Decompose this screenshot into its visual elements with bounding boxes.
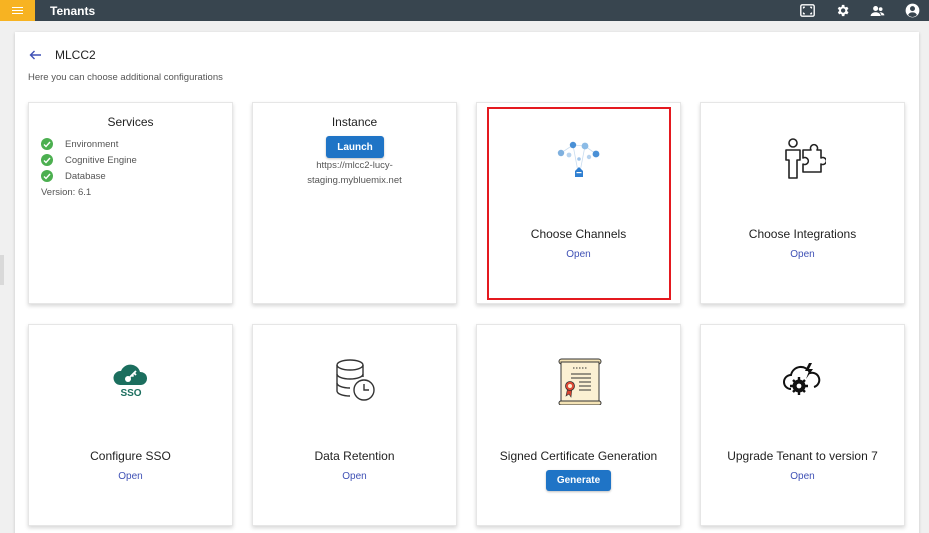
side-drawer-handle[interactable]	[0, 255, 4, 285]
instance-url-line: https://mlcc2-lucy-	[316, 160, 393, 171]
signed-certificate-card: Signed Certificate Generation Generate	[476, 324, 681, 526]
channels-icon	[477, 137, 680, 183]
menu-icon	[12, 9, 23, 12]
card-title: Upgrade Tenant to version 7	[727, 449, 878, 463]
sso-icon-text: SSO	[120, 388, 141, 397]
page-title: MLCC2	[55, 48, 96, 62]
card-title: Choose Integrations	[748, 227, 857, 241]
certificate-icon	[477, 357, 680, 405]
data-retention-card[interactable]: Data Retention Open	[252, 324, 457, 526]
sso-cloud-key-icon: SSO	[29, 361, 232, 397]
generate-button[interactable]: Generate	[546, 470, 611, 491]
users-icon[interactable]	[869, 2, 886, 19]
choose-channels-card[interactable]: Choose Channels Open	[476, 102, 681, 304]
services-list: Environment Cognitive Engine Database Ve…	[41, 136, 137, 200]
page-header: MLCC2	[29, 47, 96, 63]
cloud-upgrade-gear-icon	[701, 361, 904, 399]
open-link[interactable]: Open	[253, 471, 456, 482]
integrations-puzzle-icon	[701, 137, 904, 181]
service-name: Environment	[65, 138, 119, 150]
card-title: Configure SSO	[90, 449, 171, 463]
app-title: Tenants	[50, 3, 96, 18]
top-bar: Tenants	[0, 0, 929, 21]
launch-button[interactable]: Launch	[326, 136, 384, 158]
card-title: Instance	[331, 115, 378, 129]
configure-sso-card[interactable]: SSO Configure SSO Open	[28, 324, 233, 526]
card-title: Signed Certificate Generation	[499, 449, 658, 463]
instance-url-line: staging.mybluemix.net	[307, 175, 402, 186]
open-link[interactable]: Open	[477, 249, 680, 260]
fullscreen-icon[interactable]	[799, 2, 816, 19]
hamburger-menu-button[interactable]	[0, 0, 35, 21]
list-item: Database	[41, 168, 137, 184]
instance-card: Instance Launch https://mlcc2-lucy- stag…	[252, 102, 457, 304]
account-icon[interactable]	[904, 2, 921, 19]
card-title: Choose Channels	[530, 227, 627, 241]
top-bar-actions	[799, 0, 921, 21]
service-name: Cognitive Engine	[65, 154, 137, 166]
page-subtitle: Here you can choose additional configura…	[28, 72, 223, 83]
choose-integrations-card[interactable]: Choose Integrations Open	[700, 102, 905, 304]
list-item: Cognitive Engine	[41, 152, 137, 168]
upgrade-tenant-card[interactable]: Upgrade Tenant to version 7 Open	[700, 324, 905, 526]
services-card: Services Environment Cognitive Engine Da…	[28, 102, 233, 304]
instance-url[interactable]: https://mlcc2-lucy- staging.mybluemix.ne…	[253, 158, 456, 188]
list-item: Environment	[41, 136, 137, 152]
open-link[interactable]: Open	[701, 471, 904, 482]
service-name: Database	[65, 170, 106, 182]
database-clock-icon	[253, 357, 456, 403]
check-circle-icon	[41, 170, 53, 182]
card-title: Services	[107, 115, 154, 129]
settings-icon[interactable]	[834, 2, 851, 19]
open-link[interactable]: Open	[701, 249, 904, 260]
back-arrow-icon[interactable]	[29, 47, 45, 63]
card-title: Data Retention	[314, 449, 395, 463]
check-circle-icon	[41, 154, 53, 166]
open-link[interactable]: Open	[29, 471, 232, 482]
check-circle-icon	[41, 138, 53, 150]
version-label: Version: 6.1	[41, 186, 92, 198]
